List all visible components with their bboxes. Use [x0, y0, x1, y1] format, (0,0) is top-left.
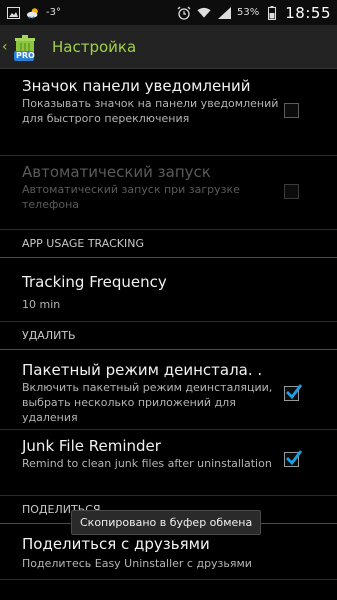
status-right: 53% 18:55 — [177, 4, 331, 22]
pref-summary: Включить пакетный режим деинсталяции, вы… — [22, 381, 273, 424]
pref-title: Tracking Frequency — [22, 273, 167, 291]
checkmark-icon — [286, 450, 303, 466]
notification-icon-checkbox[interactable] — [284, 103, 299, 118]
section-header-app-usage: APP USAGE TRACKING — [0, 230, 337, 258]
alarm-icon — [177, 6, 191, 20]
pro-badge-text: PRO — [16, 50, 35, 60]
autostart-checkbox[interactable] — [284, 184, 299, 199]
preferences-list: Значок панели уведомлений Показывать зна… — [0, 70, 337, 580]
page-title: Настройка — [52, 37, 137, 56]
back-caret-icon[interactable]: ‹ — [2, 39, 12, 55]
checkmark-icon — [286, 384, 303, 400]
temperature-text: -3° — [46, 7, 61, 18]
pref-junk-file-reminder[interactable]: Junk File Reminder Remind to clean junk … — [0, 430, 337, 496]
pref-summary: Remind to clean junk files after uninsta… — [22, 457, 272, 470]
pref-batch-uninstall[interactable]: Пакетный режим деинстала. . Включить пак… — [0, 350, 337, 430]
signal-icon — [217, 6, 231, 20]
weather-icon — [26, 6, 40, 20]
pref-summary: Показывать значок на панели уведомлений … — [22, 97, 279, 125]
pref-title: Значок панели уведомлений — [22, 77, 251, 95]
pref-title: Junk File Reminder — [22, 437, 161, 455]
status-bar: -3° 53% 18:55 — [0, 0, 337, 25]
section-header-delete: УДАЛИТЬ — [0, 322, 337, 350]
battery-icon — [265, 5, 279, 20]
clock-time: 18:55 — [285, 3, 331, 22]
action-bar[interactable]: ‹ PRO Настройка — [0, 25, 337, 69]
battery-percent: 53% — [237, 7, 260, 18]
pref-summary: Поделитесь Easy Uninstaller с друзьями — [22, 557, 252, 570]
status-left: -3° — [6, 6, 61, 20]
batch-uninstall-checkbox[interactable] — [284, 384, 303, 401]
toast-message: Скопировано в буфер обмена — [71, 510, 262, 535]
pref-summary: Автоматический запуск при загрузке телеф… — [22, 183, 240, 211]
pref-title: Поделиться с друзьями — [22, 535, 210, 553]
pref-title: Автоматический запуск — [22, 163, 211, 181]
pref-tracking-frequency[interactable]: Tracking Frequency 10 min — [0, 258, 337, 322]
pref-summary: 10 min — [22, 298, 61, 311]
pref-notification-icon[interactable]: Значок панели уведомлений Показывать зна… — [0, 70, 337, 156]
pref-title: Пакетный режим деинстала. . — [22, 361, 263, 379]
app-logo-icon[interactable]: PRO — [12, 32, 42, 62]
wifi-icon — [197, 6, 211, 20]
pref-autostart[interactable]: Автоматический запуск Автоматический зап… — [0, 156, 337, 230]
junk-reminder-checkbox[interactable] — [284, 450, 303, 467]
image-icon — [6, 6, 20, 20]
